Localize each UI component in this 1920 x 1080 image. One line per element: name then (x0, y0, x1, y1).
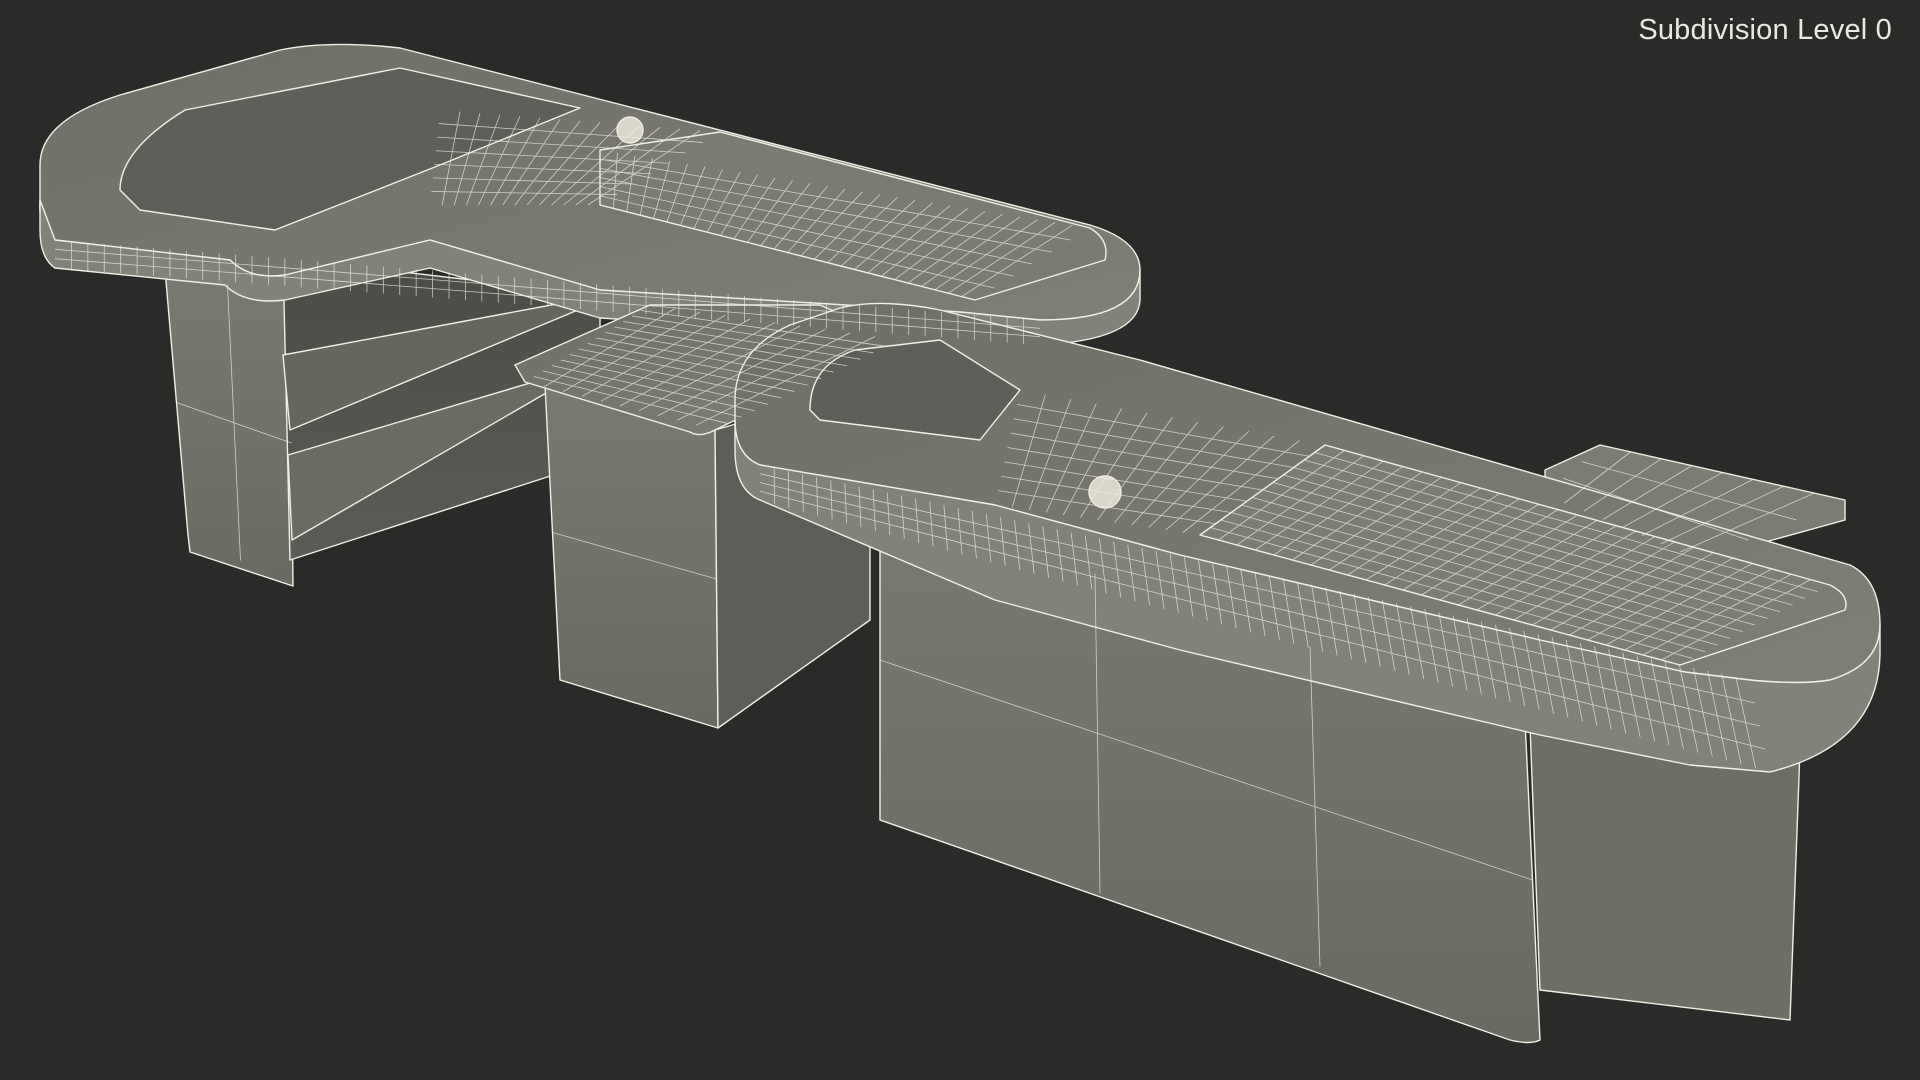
middle-cabinet-front (544, 384, 719, 729)
rear-button (616, 116, 644, 144)
wireframe-render (39, 43, 1881, 1044)
subdivision-level-label: Subdivision Level 0 (1638, 14, 1892, 46)
front-button (1088, 475, 1122, 509)
3d-viewport[interactable]: Subdivision Level 0 (0, 0, 1920, 1080)
